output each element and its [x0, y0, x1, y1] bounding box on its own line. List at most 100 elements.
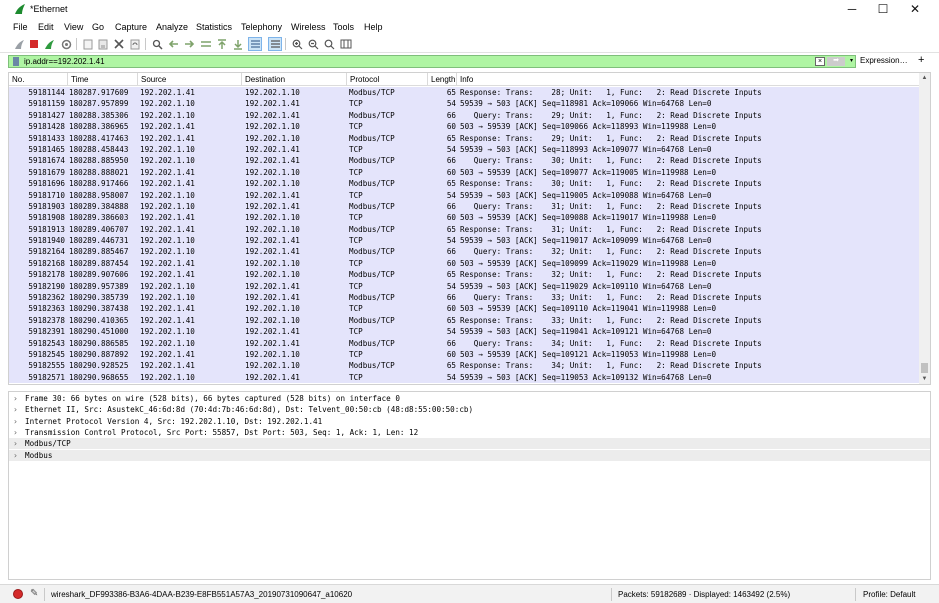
table-row[interactable]: 59182190 180289.957389 192.202.1.10 192.202… — [9, 280, 920, 293]
table-row[interactable]: 59181679 180288.888021 192.202.1.41 192.202… — [9, 166, 920, 179]
go-forward-icon[interactable] — [182, 37, 196, 51]
scroll-down-icon[interactable]: ▼ — [919, 374, 930, 384]
column-header-protocol[interactable]: Protocol — [350, 75, 379, 84]
expand-arrow-icon[interactable]: › — [13, 427, 18, 438]
table-row[interactable]: 59181427 180288.385306 192.202.1.10 192.202… — [9, 109, 920, 122]
column-header-time[interactable]: Time — [71, 75, 88, 84]
colorize-icon[interactable] — [268, 37, 282, 51]
table-row[interactable]: 59181433 180288.417463 192.202.1.41 192.202… — [9, 132, 920, 144]
table-row[interactable]: 59181903 180289.384888 192.202.1.10 192.202… — [9, 200, 920, 213]
packet-destination: 192.202.1.10 — [245, 179, 300, 189]
minimize-button[interactable]: ─ — [836, 0, 868, 19]
column-header-source[interactable]: Source — [141, 75, 166, 84]
column-header-destination[interactable]: Destination — [245, 75, 285, 84]
chevron-down-icon[interactable]: ▾ — [848, 57, 855, 66]
table-row[interactable]: 59181144 180287.917609 192.202.1.41 192.202… — [9, 87, 920, 99]
resize-columns-icon[interactable] — [339, 37, 353, 51]
detail-tree-item[interactable]: › Modbus — [9, 449, 930, 461]
normal-size-icon[interactable] — [322, 37, 336, 51]
detail-tree-item[interactable]: › Transmission Control Protocol, Src Port… — [9, 427, 930, 438]
column-header-length[interactable]: Length — [431, 75, 455, 84]
scroll-up-icon[interactable]: ▲ — [919, 73, 930, 83]
apply-filter-icon[interactable]: ➡ — [827, 57, 845, 66]
capture-status-icon[interactable] — [13, 589, 23, 599]
autoscroll-icon[interactable] — [248, 37, 262, 51]
open-file-icon[interactable] — [81, 37, 95, 51]
detail-tree-item[interactable]: › Internet Protocol Version 4, Src: 192.2… — [9, 416, 930, 427]
menu-edit[interactable]: Edit — [38, 22, 54, 32]
menu-go[interactable]: Go — [92, 22, 104, 32]
menu-help[interactable]: Help — [364, 22, 383, 32]
menu-bar: File Edit View Go Capture Analyze Statis… — [0, 20, 939, 35]
packet-time: 180290.968655 — [69, 372, 129, 382]
detail-tree-item[interactable]: › Ethernet II, Src: AsustekC_46:6d:8d (70… — [9, 404, 930, 415]
detail-text: Frame 30: 66 bytes on wire (528 bits), 6… — [25, 394, 400, 403]
menu-file[interactable]: File — [13, 22, 28, 32]
go-to-packet-icon[interactable] — [199, 37, 213, 51]
table-row[interactable]: 59182543 180290.886585 192.202.1.10 192.202… — [9, 337, 920, 349]
detail-tree-item[interactable]: › Frame 30: 66 bytes on wire (528 bits), … — [9, 393, 930, 404]
detail-text: Internet Protocol Version 4, Src: 192.20… — [25, 416, 323, 426]
packet-list-scrollbar[interactable]: ▲ ▼ — [919, 73, 930, 384]
edit-comment-icon[interactable]: ✎ — [30, 588, 38, 599]
find-packet-icon[interactable] — [150, 37, 164, 51]
capture-options-icon[interactable] — [59, 37, 73, 51]
save-file-icon[interactable] — [96, 37, 110, 51]
display-filter-input[interactable]: ip.addr==192.202.1.41 × ➡ ▾ — [8, 55, 856, 68]
expand-arrow-icon[interactable]: › — [13, 393, 18, 404]
zoom-in-icon[interactable] — [290, 37, 304, 51]
column-header-info[interactable]: Info — [460, 75, 473, 84]
table-row[interactable]: 59182168 180289.887454 192.202.1.41 192.202… — [9, 257, 920, 270]
menu-analyze[interactable]: Analyze — [156, 22, 188, 32]
last-packet-icon[interactable] — [231, 37, 245, 51]
first-packet-icon[interactable] — [215, 37, 229, 51]
expand-arrow-icon[interactable]: › — [13, 416, 18, 427]
menu-capture[interactable]: Capture — [115, 22, 147, 32]
table-row[interactable]: 59182363 180290.387438 192.202.1.41 192.202… — [9, 303, 920, 315]
packet-info: Response: Trans: 28; Unit: 1, Func: 2: R… — [460, 88, 762, 97]
table-row[interactable]: 59181674 180288.885950 192.202.1.10 192.202… — [9, 155, 920, 167]
table-row[interactable]: 59182555 180290.928525 192.202.1.41 192.202… — [9, 360, 920, 372]
table-row[interactable]: 59182178 180289.907606 192.202.1.41 192.202… — [9, 269, 920, 281]
table-row[interactable]: 59182378 180290.410365 192.202.1.41 192.202… — [9, 314, 920, 327]
table-row[interactable]: 59181710 180288.958007 192.202.1.10 192.202… — [9, 189, 920, 201]
table-row[interactable]: 59181696 180288.917466 192.202.1.41 192.202… — [9, 178, 920, 190]
go-back-icon[interactable] — [166, 37, 180, 51]
restart-capture-icon[interactable] — [42, 37, 56, 51]
zoom-out-icon[interactable] — [306, 37, 320, 51]
maximize-button[interactable]: ☐ — [867, 0, 899, 19]
table-row[interactable]: 59182362 180290.385739 192.202.1.10 192.202… — [9, 292, 920, 304]
expression-button[interactable]: Expression… — [860, 56, 908, 65]
table-row[interactable]: 59182391 180290.451000 192.202.1.10 192.202… — [9, 326, 920, 338]
expand-arrow-icon[interactable]: › — [13, 438, 18, 449]
menu-telephony[interactable]: Telephony — [241, 22, 282, 32]
bookmark-icon[interactable] — [13, 57, 19, 66]
detail-tree-item[interactable]: › Modbus/TCP — [9, 438, 930, 450]
menu-tools[interactable]: Tools — [333, 22, 354, 32]
reload-file-icon[interactable] — [128, 37, 142, 51]
table-row[interactable]: 59181908 180289.386603 192.202.1.41 192.202… — [9, 212, 920, 224]
close-file-icon[interactable] — [112, 37, 126, 51]
expand-arrow-icon[interactable]: › — [13, 404, 18, 415]
menu-wireless[interactable]: Wireless — [291, 22, 326, 32]
column-header-no[interactable]: No. — [12, 75, 24, 84]
add-filter-button[interactable]: + — [918, 54, 924, 66]
table-row[interactable]: 59181159 180287.957899 192.202.1.10 192.202… — [9, 98, 920, 110]
table-row[interactable]: 59181940 180289.446731 192.202.1.10 192.202… — [9, 235, 920, 247]
scroll-thumb[interactable] — [921, 363, 928, 373]
table-row[interactable]: 59182164 180289.885467 192.202.1.10 192.202… — [9, 246, 920, 258]
stop-capture-icon[interactable] — [27, 37, 41, 51]
menu-statistics[interactable]: Statistics — [196, 22, 232, 32]
profile-label[interactable]: Profile: Default — [863, 590, 915, 599]
table-row[interactable]: 59182545 180290.887892 192.202.1.41 192.202… — [9, 348, 920, 361]
close-button[interactable]: ✕ — [899, 0, 931, 19]
filter-text[interactable]: ip.addr==192.202.1.41 — [24, 57, 105, 66]
table-row[interactable]: 59181913 180289.406707 192.202.1.41 192.202… — [9, 223, 920, 236]
shark-fin-start-icon[interactable] — [12, 37, 26, 51]
table-row[interactable]: 59181428 180288.386965 192.202.1.41 192.202… — [9, 121, 920, 133]
expand-arrow-icon[interactable]: › — [13, 450, 18, 461]
table-row[interactable]: 59181465 180288.458443 192.202.1.10 192.202… — [9, 143, 920, 156]
clear-filter-icon[interactable]: × — [815, 57, 825, 66]
table-row[interactable]: 59182571 180290.968655 192.202.1.10 192.202… — [9, 371, 920, 384]
menu-view[interactable]: View — [64, 22, 83, 32]
